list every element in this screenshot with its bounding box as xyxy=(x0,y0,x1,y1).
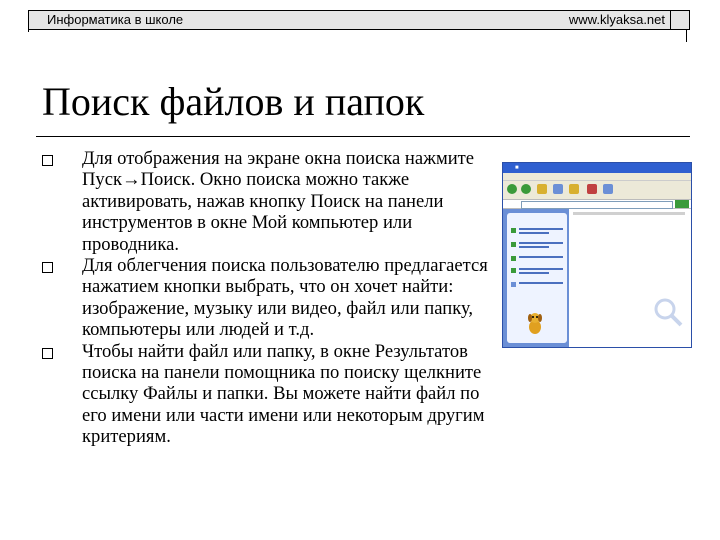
search-window-screenshot: ■ xyxy=(502,162,692,348)
views-icon xyxy=(603,184,613,194)
option-label-line xyxy=(519,228,563,230)
delete-icon xyxy=(587,184,597,194)
bullet-item: Чтобы найти файл или папку, в окне Резул… xyxy=(42,341,502,448)
header-bar: Информатика в школе www.klyaksa.net xyxy=(28,10,690,30)
bullet-item: Для отображения на экране окна поиска на… xyxy=(42,148,502,255)
option-icon xyxy=(511,242,516,247)
option-icon xyxy=(511,282,516,287)
screenshot-toolbar xyxy=(503,181,691,200)
header-site-label: Информатика в школе xyxy=(47,12,184,27)
option-icon xyxy=(511,256,516,261)
magnifier-icon xyxy=(654,298,683,327)
folder-icon xyxy=(537,184,547,194)
search-option xyxy=(511,267,565,277)
search-option xyxy=(511,227,565,237)
screenshot-title-bar: ■ xyxy=(503,163,691,173)
search-dog-icon xyxy=(528,313,542,334)
header-url: www.klyaksa.net xyxy=(568,12,665,27)
search-icon xyxy=(553,184,563,194)
bullet-text: Для отображения на экране окна поиска на… xyxy=(82,148,475,255)
search-results-pane xyxy=(569,209,691,347)
bullet-text: Чтобы найти файл или папку, в окне Резул… xyxy=(82,340,485,448)
option-label-line xyxy=(519,268,563,270)
bullet-item: Для облегчения поиска пользователю предл… xyxy=(42,255,502,341)
bullet-text: Для облегчения поиска пользователю предл… xyxy=(82,255,488,341)
square-bullet-icon xyxy=(42,262,53,274)
option-label-line xyxy=(519,282,563,284)
bullet-list: Для отображения на экране окна поиска на… xyxy=(42,148,502,448)
option-icon xyxy=(511,228,516,233)
option-label-line xyxy=(519,256,563,258)
results-header xyxy=(573,212,685,215)
option-label-line xyxy=(519,232,549,234)
search-assistant-pane xyxy=(503,209,569,347)
forward-icon xyxy=(521,184,531,194)
square-bullet-icon xyxy=(42,155,53,166)
window-icon: ■ xyxy=(515,165,519,171)
address-field xyxy=(521,201,673,209)
slide-title: Поиск файлов и папок xyxy=(42,79,425,124)
square-bullet-icon xyxy=(42,347,53,359)
folders-icon xyxy=(569,184,579,194)
option-label-line xyxy=(519,272,549,274)
search-assistant-panel xyxy=(507,213,567,343)
search-option xyxy=(511,281,565,291)
screenshot-address-bar xyxy=(503,200,691,209)
screenshot-menu-bar xyxy=(503,173,691,181)
search-option xyxy=(511,255,565,265)
title-underline xyxy=(36,136,690,137)
search-option xyxy=(511,241,565,251)
header-divider xyxy=(670,11,671,29)
option-icon xyxy=(511,268,516,273)
back-icon xyxy=(507,184,517,194)
option-label-line xyxy=(519,246,549,248)
page-canvas: Информатика в школе www.klyaksa.net Поис… xyxy=(0,0,720,540)
go-button xyxy=(675,200,689,208)
option-label-line xyxy=(519,242,563,244)
